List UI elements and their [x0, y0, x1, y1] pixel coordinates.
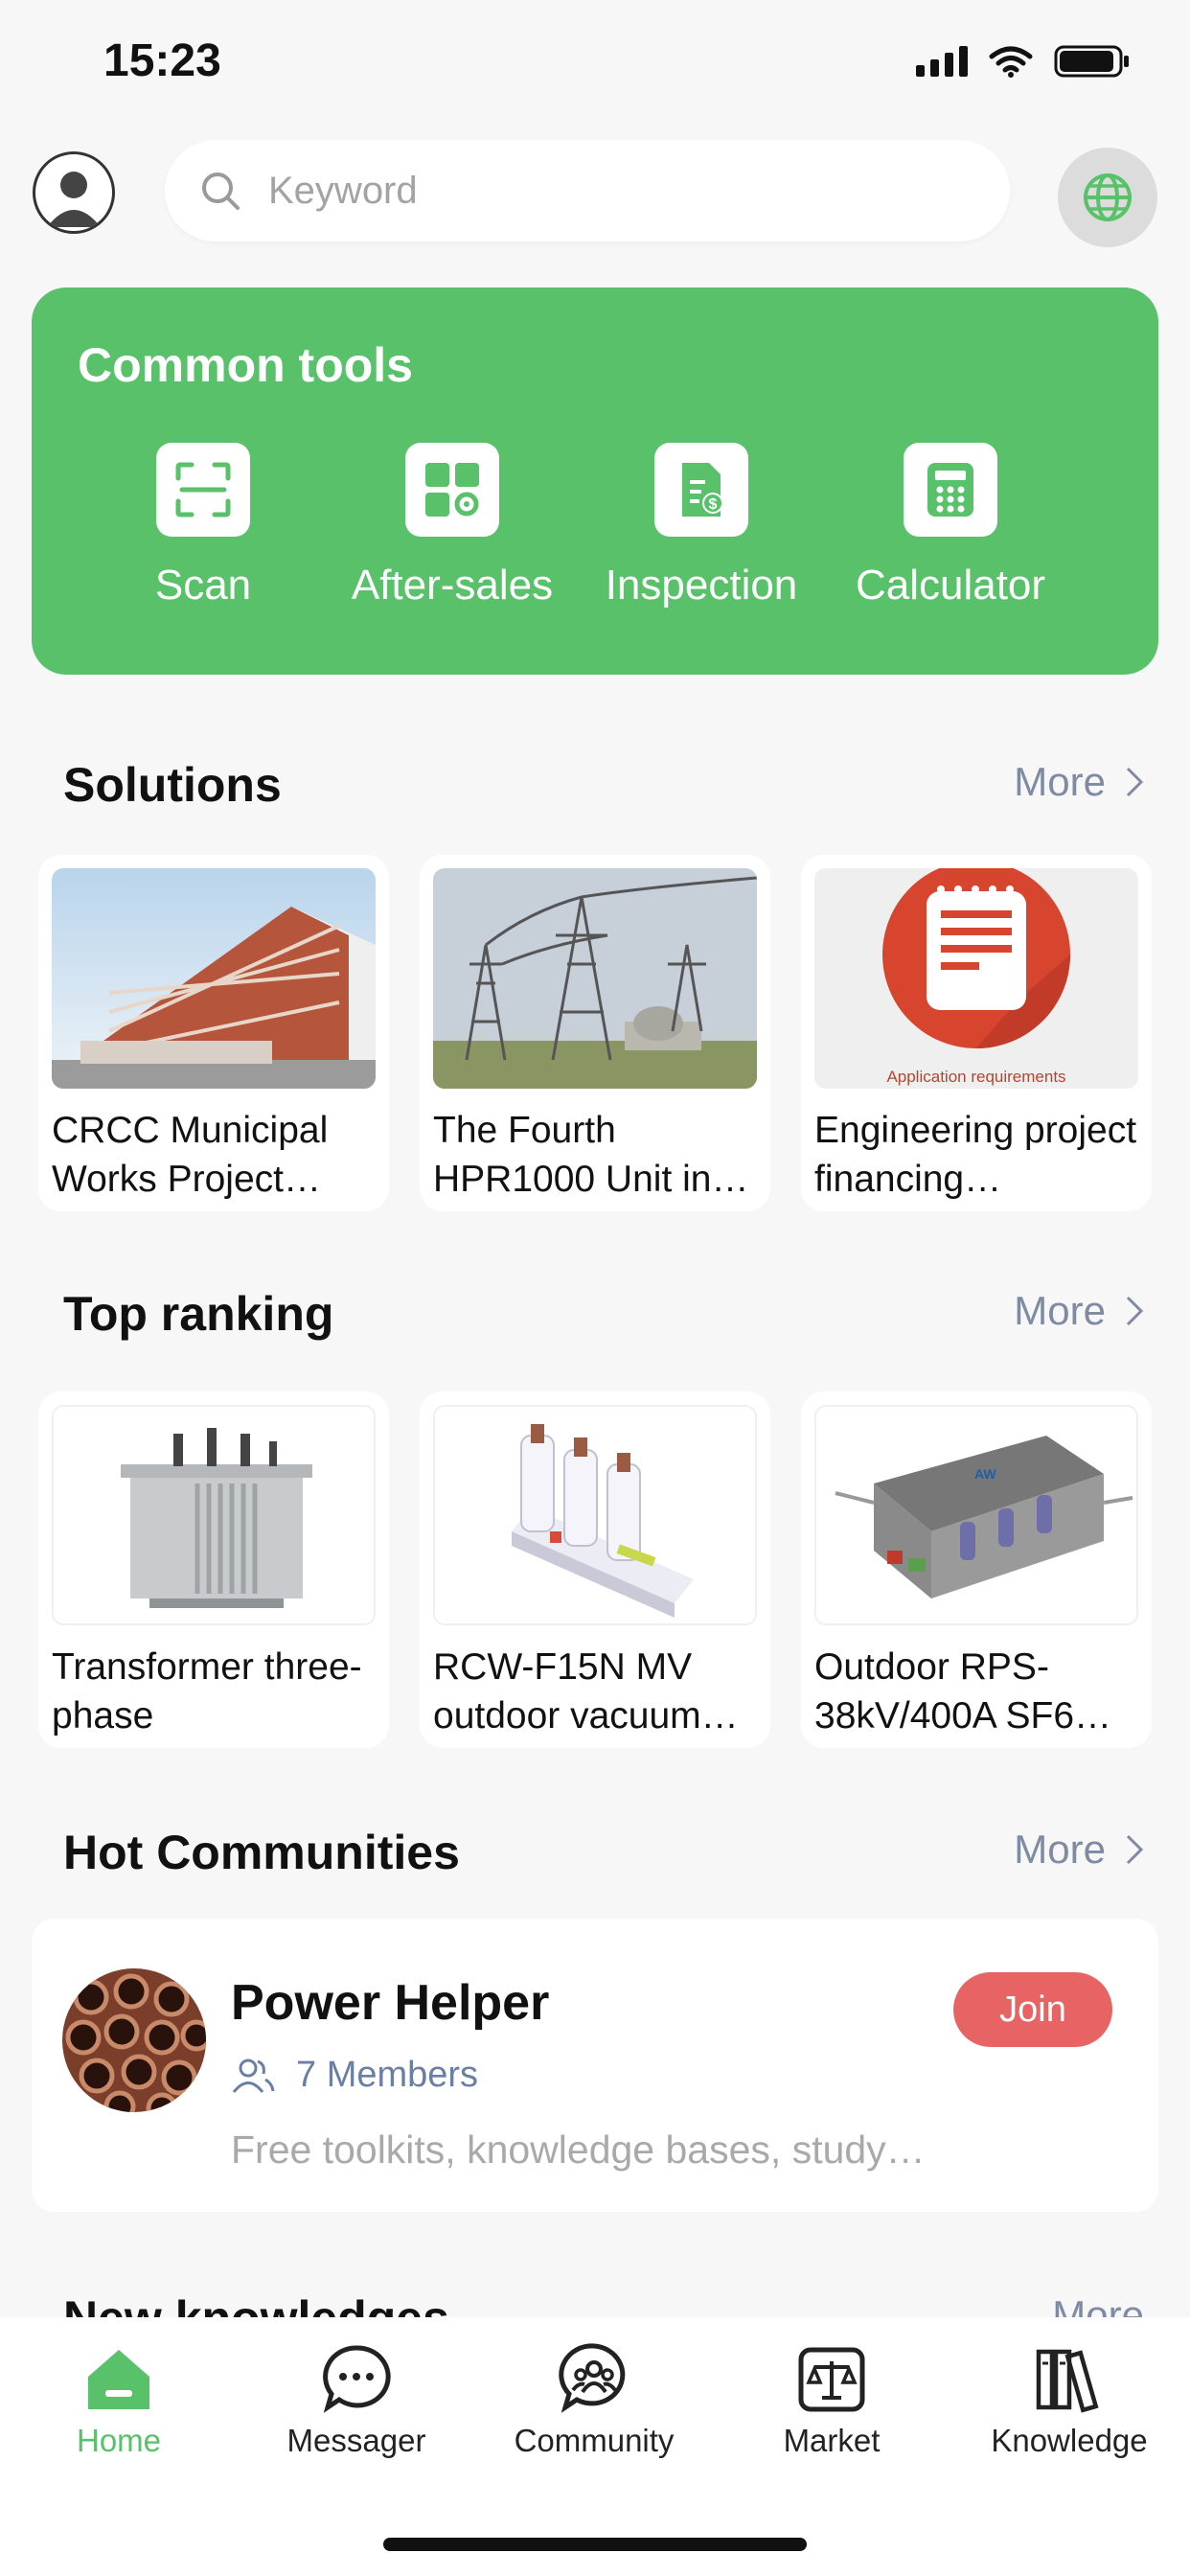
- common-tools-card: Common tools Scan After-sales $ Inspecti…: [32, 288, 1158, 675]
- community-icon: [559, 2343, 626, 2413]
- calculator-icon: [904, 443, 997, 537]
- status-icons: [916, 44, 1131, 79]
- home-indicator: [383, 2538, 807, 2551]
- product-card[interactable]: Transformer three-phase: [38, 1392, 389, 1748]
- solution-image: Application requirements: [814, 868, 1138, 1089]
- nav-label: Knowledge: [991, 2423, 1148, 2458]
- tool-label: Scan: [154, 562, 252, 609]
- message-icon: [323, 2345, 391, 2413]
- tool-label: Inspection: [605, 562, 798, 609]
- product-image: [52, 1405, 376, 1625]
- user-avatar-icon: [47, 172, 101, 227]
- inspection-icon: $: [654, 443, 748, 537]
- solution-card[interactable]: Application requirements Engineering pro…: [801, 855, 1152, 1211]
- globe-icon: [1084, 173, 1132, 221]
- nav-label: Home: [76, 2423, 162, 2458]
- search-icon: [202, 172, 240, 210]
- product-image: [433, 1405, 757, 1625]
- tool-calculator[interactable]: Calculator: [826, 443, 1075, 644]
- solutions-title: Solutions: [63, 758, 282, 812]
- hot-communities-title: Hot Communities: [63, 1826, 460, 1879]
- nav-community[interactable]: Community: [475, 2317, 713, 2461]
- solutions-more-button[interactable]: More: [1014, 759, 1144, 805]
- market-icon: [798, 2347, 865, 2412]
- home-icon: [88, 2350, 149, 2409]
- svg-text:AW: AW: [974, 1466, 996, 1482]
- user-avatar-button[interactable]: [33, 151, 115, 234]
- nav-label: Community: [514, 2423, 675, 2458]
- chevron-right-icon: [1126, 767, 1144, 797]
- community-name: Power Helper: [231, 1975, 550, 2031]
- nav-messager[interactable]: Messager: [238, 2317, 475, 2461]
- tool-label: Calculator: [855, 562, 1046, 609]
- language-button[interactable]: [1058, 148, 1157, 247]
- wifi-icon: [989, 46, 1033, 78]
- product-title: Transformer three-phase: [52, 1646, 362, 1736]
- more-label: More: [1014, 1827, 1106, 1872]
- image-caption: Application requirements: [886, 1068, 1066, 1086]
- chevron-right-icon: [1126, 1834, 1144, 1865]
- nav-label: Market: [783, 2423, 881, 2458]
- product-title: RCW-F15N MV outdoor vacuum…: [433, 1646, 739, 1736]
- solution-card[interactable]: The Fourth HPR1000 Unit in…: [420, 855, 770, 1211]
- solution-image: [52, 868, 376, 1089]
- tool-scan[interactable]: Scan: [79, 443, 328, 644]
- common-tools-title: Common tools: [78, 338, 413, 392]
- members-count: 7 Members: [296, 2055, 479, 2095]
- community-avatar: [62, 1968, 206, 2112]
- product-title: Outdoor RPS-38kV/400A SF6…: [814, 1646, 1112, 1736]
- nav-label: Messager: [286, 2423, 426, 2458]
- more-label: More: [1014, 759, 1106, 804]
- solution-title: CRCC Municipal Works Project…: [52, 1110, 329, 1200]
- join-button[interactable]: Join: [953, 1972, 1112, 2047]
- nav-market[interactable]: Market: [713, 2317, 950, 2461]
- after-sales-icon: [405, 443, 499, 537]
- tool-inspection[interactable]: $ Inspection: [577, 443, 826, 644]
- community-card[interactable]: Power Helper 7 Members Free toolkits, kn…: [32, 1919, 1158, 2212]
- product-card[interactable]: RCW-F15N MV outdoor vacuum…: [420, 1392, 770, 1748]
- cellular-signal-icon: [916, 46, 968, 77]
- top-ranking-more-button[interactable]: More: [1014, 1288, 1144, 1334]
- status-time: 15:23: [103, 35, 221, 86]
- chevron-right-icon: [1126, 1296, 1144, 1326]
- search-input[interactable]: [268, 169, 996, 213]
- battery-icon: [1054, 45, 1129, 78]
- scan-icon: [156, 443, 250, 537]
- nav-knowledge[interactable]: Knowledge: [950, 2317, 1188, 2461]
- product-card[interactable]: AW Outdoor RPS-38kV/400A SF6…: [801, 1392, 1152, 1748]
- search-box[interactable]: [165, 140, 1010, 242]
- top-ranking-title: Top ranking: [63, 1287, 334, 1341]
- status-bar: 15:23: [0, 0, 1190, 134]
- members-icon: [232, 2058, 275, 2093]
- product-image: AW: [814, 1405, 1138, 1625]
- hot-communities-more-button[interactable]: More: [1014, 1827, 1144, 1873]
- solution-card[interactable]: CRCC Municipal Works Project…: [38, 855, 389, 1211]
- knowledge-icon: [1036, 2349, 1099, 2413]
- community-description: Free toolkits, knowledge bases, study…: [231, 2128, 926, 2172]
- more-label: More: [1014, 1288, 1106, 1333]
- tool-label: After-sales: [351, 562, 554, 609]
- solution-title: Engineering project financing…: [814, 1110, 1137, 1200]
- solution-image: [433, 868, 757, 1089]
- svg-text:$: $: [709, 496, 718, 513]
- solution-title: The Fourth HPR1000 Unit in…: [433, 1110, 749, 1200]
- nav-home[interactable]: Home: [0, 2317, 238, 2461]
- tool-after-sales[interactable]: After-sales: [328, 443, 577, 644]
- community-members: 7 Members: [231, 2055, 478, 2096]
